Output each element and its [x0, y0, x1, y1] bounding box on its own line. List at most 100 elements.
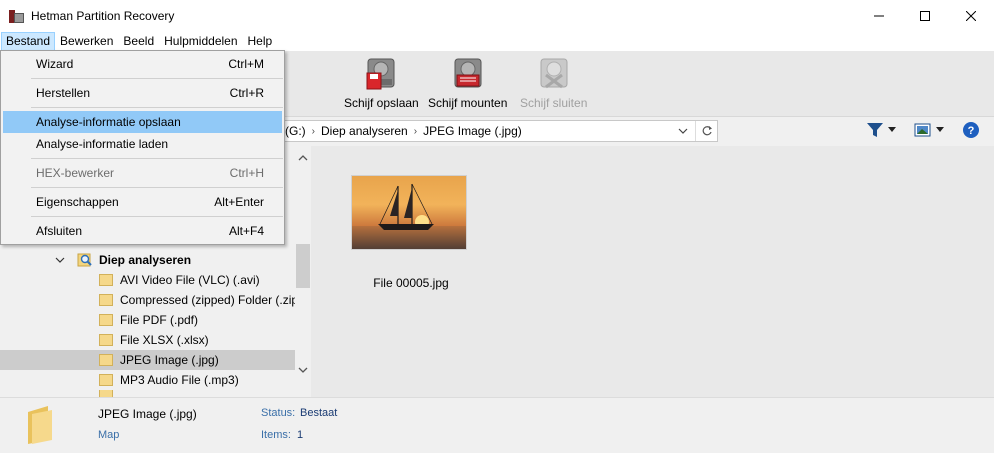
menu-item-label: Eigenschappen	[36, 195, 119, 209]
menu-item-label: Afsluiten	[36, 224, 83, 238]
menu-item-herstellen[interactable]: Herstellen Ctrl+R	[3, 82, 282, 104]
menu-item-wizard[interactable]: Wizard Ctrl+M	[3, 53, 282, 75]
items-label: Items:	[261, 429, 291, 441]
address-bar[interactable]: (G:) › Diep analyseren › JPEG Image (.jp…	[270, 120, 718, 142]
bestand-menu: Wizard Ctrl+M Herstellen Ctrl+R Analyse-…	[0, 50, 285, 245]
chevron-down-icon[interactable]	[55, 257, 65, 263]
tree-item[interactable]: File PDF (.pdf)	[0, 310, 295, 330]
scroll-down-icon[interactable]	[295, 364, 311, 376]
tree-item[interactable]: AVI Video File (VLC) (.avi)	[0, 270, 295, 290]
title-bar: Hetman Partition Recovery	[0, 0, 994, 31]
tree-root-deep-analysis[interactable]: Diep analyseren	[0, 250, 295, 270]
mount-disk-icon	[454, 58, 482, 88]
mount-disk-label: Schijf mounten	[428, 96, 508, 110]
tree-item-label: AVI Video File (VLC) (.avi)	[120, 273, 260, 287]
status-label: Status:	[261, 407, 296, 419]
mount-disk-button[interactable]: Schijf mounten	[428, 57, 507, 110]
folder-large-icon	[28, 406, 52, 444]
folder-icon	[99, 334, 113, 346]
save-disk-label: Schijf opslaan	[344, 96, 419, 110]
menu-item-shortcut: Ctrl+M	[228, 57, 264, 71]
menu-item-hex-editor[interactable]: HEX-bewerker Ctrl+H	[3, 162, 282, 184]
menu-beeld[interactable]: Beeld	[118, 32, 159, 51]
tree-scrollbar[interactable]	[295, 146, 311, 397]
menu-item-properties[interactable]: Eigenschappen Alt+Enter	[3, 191, 282, 213]
folder-icon	[99, 274, 113, 286]
menu-separator	[31, 216, 283, 217]
menu-bestand[interactable]: Bestand	[1, 31, 56, 51]
folder-icon	[99, 374, 113, 386]
menu-item-load-analysis[interactable]: Analyse-informatie laden	[3, 133, 282, 155]
breadcrumb-deep-analysis[interactable]: Diep analyseren	[321, 124, 408, 138]
filter-icon[interactable]	[866, 122, 884, 138]
tree-item-label: File PDF (.pdf)	[120, 313, 199, 327]
menu-item-exit[interactable]: Afsluiten Alt+F4	[3, 220, 282, 242]
breadcrumb-chevron-icon: ›	[413, 125, 418, 137]
tree-item[interactable]: MP3 Audio File (.mp3)	[0, 370, 295, 390]
menu-item-label: Herstellen	[36, 86, 91, 100]
address-dropdown-button[interactable]	[675, 121, 691, 141]
status-item-type: Map	[98, 429, 120, 441]
items-value: 1	[297, 429, 304, 441]
menu-item-label: Wizard	[36, 57, 74, 71]
sailboat-sunset-image	[352, 176, 466, 249]
folder-icon	[99, 390, 113, 397]
breadcrumb-current[interactable]: JPEG Image (.jpg)	[423, 124, 522, 138]
menu-item-label: Analyse-informatie laden	[36, 137, 169, 151]
maximize-button[interactable]	[902, 0, 948, 31]
window-title: Hetman Partition Recovery	[31, 8, 175, 23]
menu-item-save-analysis[interactable]: Analyse-informatie opslaan	[3, 111, 282, 133]
menu-help[interactable]: Help	[243, 32, 278, 51]
help-icon[interactable]: ?	[962, 121, 980, 139]
tree-item-label: MP3 Audio File (.mp3)	[120, 373, 239, 387]
refresh-icon	[702, 126, 712, 136]
refresh-button[interactable]	[695, 121, 717, 141]
menu-item-shortcut: Ctrl+H	[229, 166, 264, 180]
tree-item-label: File XLSX (.xlsx)	[120, 333, 209, 347]
menu-hulpmiddelen[interactable]: Hulpmiddelen	[159, 32, 242, 51]
save-disk-button[interactable]: Schijf opslaan	[344, 57, 419, 110]
status-bar: JPEG Image (.jpg) Map Status: Bestaat It…	[0, 397, 994, 453]
file-thumbnail[interactable]	[351, 175, 467, 250]
menu-bewerken[interactable]: Bewerken	[55, 32, 118, 51]
menu-separator	[31, 107, 283, 108]
file-name-label[interactable]: File 00005.jpg	[341, 276, 481, 290]
tree-root-label: Diep analyseren	[99, 253, 192, 267]
svg-text:?: ?	[968, 125, 975, 137]
minimize-icon	[874, 15, 884, 16]
status-item-name: JPEG Image (.jpg)	[98, 407, 197, 421]
app-icon	[9, 8, 25, 24]
menu-item-shortcut: Alt+Enter	[214, 195, 264, 209]
status-value: Bestaat	[300, 407, 338, 419]
menu-separator	[31, 187, 283, 188]
menu-bar: Bestand Bewerken Beeld Hulpmiddelen Help	[0, 31, 994, 51]
close-disk-icon	[540, 58, 568, 89]
tree-item[interactable]: File XLSX (.xlsx)	[0, 330, 295, 350]
tree-item[interactable]: Compressed (zipped) Folder (.zip)	[0, 290, 295, 310]
folder-icon	[99, 314, 113, 326]
save-disk-icon	[366, 58, 395, 90]
scroll-up-icon[interactable]	[295, 152, 311, 164]
menu-item-shortcut: Alt+F4	[228, 224, 264, 238]
folder-icon	[99, 354, 113, 366]
view-mode-dropdown-icon[interactable]	[936, 127, 944, 133]
breadcrumb-chevron-icon: ›	[311, 125, 316, 137]
scroll-thumb[interactable]	[296, 244, 310, 288]
menu-item-label: Analyse-informatie opslaan	[36, 115, 181, 129]
close-icon	[966, 10, 976, 21]
file-view: File 00005.jpg	[311, 146, 994, 397]
tree-item-label: JPEG Image (.jpg)	[120, 353, 219, 367]
close-button[interactable]	[948, 0, 994, 31]
view-mode-icon[interactable]	[914, 122, 932, 138]
menu-item-shortcut: Ctrl+R	[229, 86, 264, 100]
breadcrumb-drive[interactable]: (G:)	[285, 124, 306, 138]
filter-dropdown-icon[interactable]	[888, 127, 896, 133]
menu-separator	[31, 78, 283, 79]
maximize-icon	[920, 10, 930, 21]
close-disk-label: Schijf sluiten	[520, 96, 588, 110]
folder-icon	[99, 294, 113, 306]
minimize-button[interactable]	[856, 0, 902, 31]
close-disk-button[interactable]: Schijf sluiten	[520, 57, 587, 110]
tree-item-selected[interactable]: JPEG Image (.jpg)	[0, 350, 295, 370]
tree-item-partial	[0, 390, 295, 397]
